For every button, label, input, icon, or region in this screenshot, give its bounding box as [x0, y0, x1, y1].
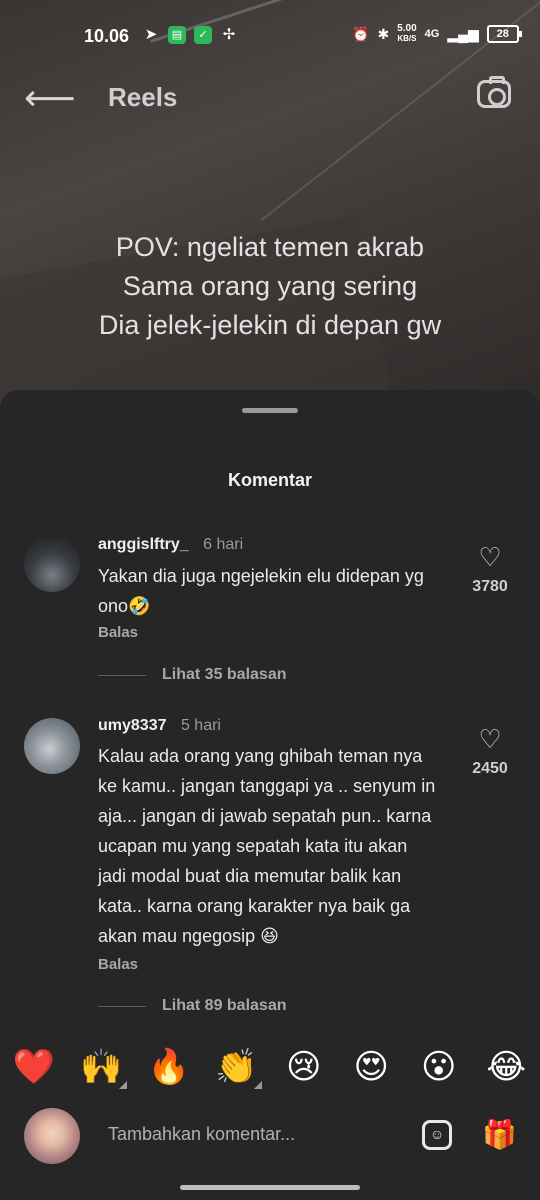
overlay-line: POV: ngeliat temen akrab [115, 232, 425, 262]
view-replies-label[interactable]: Lihat 89 balasan [162, 997, 287, 1015]
camera-icon[interactable] [477, 76, 511, 108]
comment-header: umy8337 5 hari [98, 717, 221, 735]
comment-username[interactable]: anggislftry_ [98, 536, 189, 553]
avatar[interactable] [24, 536, 80, 592]
comment-text: Kalau ada orang yang ghibah teman nya ke… [98, 746, 436, 946]
reel-caption-overlay: POV: ngeliat temen akrab Sama orang yang… [40, 228, 500, 345]
gesture-nav-bar[interactable] [180, 1185, 360, 1190]
skin-tone-indicator-icon [119, 1081, 128, 1089]
avatar [24, 1108, 80, 1164]
overlay-line: Sama orang yang sering [122, 271, 418, 301]
emoji-laughing[interactable]: 😂 [478, 1047, 534, 1087]
sticker-icon[interactable]: ☺ [422, 1120, 452, 1150]
comment-composer: Tambahkan komentar... ☺ 🎁 [0, 1104, 540, 1168]
emoji-raised-hands[interactable]: 🙌 [73, 1047, 129, 1089]
replies-divider [98, 674, 146, 676]
status-time: 10.06 [84, 26, 130, 46]
emoji-heart-eyes[interactable]: 😍 [343, 1047, 399, 1087]
page-title: Reels [108, 82, 178, 112]
alarm-icon: ⏰ [352, 25, 370, 42]
avatar[interactable] [24, 718, 80, 774]
comment-time: 6 hari [203, 536, 244, 553]
like-count: 3780 [472, 578, 508, 595]
system-icons: ⏰ ✱ 5.00 KB/S 4G ▂▄▆ 28 [352, 23, 522, 44]
like-control: ♡ 3780 [460, 544, 520, 596]
message-icon: ▤ [168, 26, 186, 44]
gift-icon[interactable]: 🎁 [482, 1118, 517, 1152]
reply-button[interactable]: Balas [98, 956, 138, 973]
emoji-fire[interactable]: 🔥 [141, 1047, 197, 1087]
emoji-heart[interactable]: ❤️ [6, 1047, 62, 1087]
emoji-reaction-bar: ❤️ 🙌 🔥 👏 😢 😍 😮 😂 [0, 1042, 540, 1092]
comment-input[interactable]: Tambahkan komentar... [108, 1124, 295, 1145]
replies-divider [98, 1005, 146, 1007]
view-replies-label[interactable]: Lihat 35 balasan [162, 666, 287, 684]
heart-icon[interactable]: ♡ [460, 726, 520, 752]
bluetooth-icon: ✱ [377, 25, 390, 42]
telegram-icon: ➤ [144, 26, 158, 43]
reels-header: ⟵ Reels [0, 72, 540, 122]
view-replies-button[interactable]: Lihat 89 balasan [98, 997, 287, 1015]
comment-text: Yakan dia juga ngejelekin elu didepan yg… [98, 566, 424, 616]
network-speed: 5.00 KB/S [397, 23, 417, 44]
like-control: ♡ 2450 [460, 726, 520, 778]
battery-icon: 28 [486, 25, 522, 43]
reply-button[interactable]: Balas [98, 624, 138, 641]
signal-icon: ▂▄▆ [447, 25, 479, 42]
emoji-surprised[interactable]: 😮 [411, 1047, 467, 1087]
status-bar: 10.06 ➤ ▤ ✓ ✢ ⏰ ✱ 5.00 KB/S 4G ▂▄▆ 28 [0, 0, 540, 70]
comment-username[interactable]: umy8337 [98, 717, 167, 734]
notification-icons: ➤ ▤ ✓ ✢ [142, 26, 238, 44]
overlay-line: Dia jelek-jelekin di depan gw [98, 310, 442, 340]
like-count: 2450 [472, 760, 508, 777]
shield-icon: ✓ [194, 26, 212, 44]
comment-header: anggislftry_ 6 hari [98, 536, 243, 554]
back-arrow-icon[interactable]: ⟵ [24, 80, 76, 116]
skin-tone-indicator-icon [254, 1081, 263, 1089]
sheet-title: Komentar [227, 470, 312, 490]
network-type: 4G [424, 28, 440, 40]
emoji-clapping[interactable]: 👏 [208, 1047, 264, 1089]
view-replies-button[interactable]: Lihat 35 balasan [98, 666, 287, 684]
pinwheel-icon: ✢ [222, 26, 236, 43]
comment-time: 5 hari [180, 717, 221, 734]
emoji-crying[interactable]: 😢 [276, 1047, 332, 1087]
sheet-drag-handle[interactable] [242, 408, 298, 413]
heart-icon[interactable]: ♡ [460, 544, 520, 570]
